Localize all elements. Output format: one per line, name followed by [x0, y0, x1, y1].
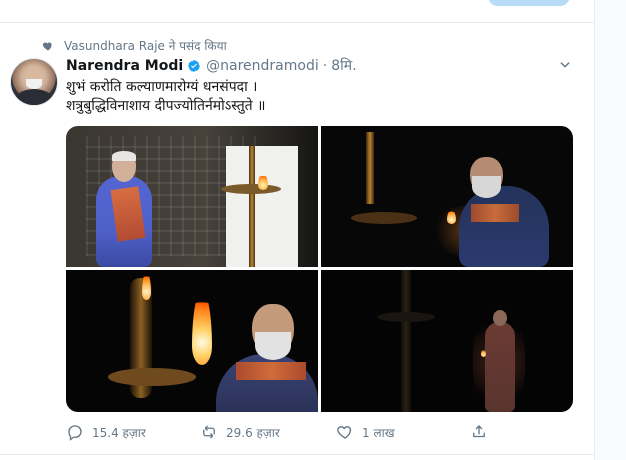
flame: [258, 174, 268, 190]
heart-outline-icon: [337, 426, 352, 439]
tweet-text-line: शत्रुबुद्धिविनाशाय दीपज्योतिर्नमोऽस्तुते…: [66, 98, 266, 114]
lamp-stem: [249, 146, 255, 267]
chevron-down-icon[interactable]: [558, 58, 572, 72]
photo-1[interactable]: [66, 126, 318, 267]
person-figure: [459, 186, 549, 267]
person-scarf: [236, 362, 306, 380]
avatar-beard: [26, 79, 42, 89]
timeline-page: Vasundhara Raje ने पसंद किया Narendra Mo…: [0, 0, 626, 460]
heart-icon: [42, 42, 52, 50]
lamp-stem: [366, 132, 374, 204]
verified-icon: [188, 59, 201, 72]
reply-count: 15.4 हज़ार: [92, 425, 146, 440]
flame: [447, 210, 456, 224]
lamp-plate: [351, 212, 417, 224]
bottom-divider: [0, 454, 594, 455]
flame: [481, 349, 486, 357]
reply-icon: [68, 425, 82, 441]
avatar[interactable]: [10, 58, 58, 106]
meta-separator: ·: [322, 57, 328, 74]
wall-panel: [226, 146, 298, 267]
social-context-label: Vasundhara Raje ने पसंद किया: [64, 39, 227, 53]
photo-4[interactable]: [321, 270, 573, 412]
reply-button[interactable]: 15.4 हज़ार: [66, 422, 146, 442]
top-action-pill[interactable]: [488, 0, 570, 6]
person-figure: [485, 322, 515, 412]
author-name[interactable]: Narendra Modi: [66, 58, 183, 74]
tweet-header: Narendra Modi @narendramodi · 8मि.: [66, 56, 357, 75]
person-beard: [472, 176, 501, 198]
person-head: [493, 310, 507, 326]
like-button[interactable]: 1 लाख: [336, 422, 395, 442]
right-sidebar: [595, 0, 626, 460]
media-grid: [66, 126, 573, 412]
lamp-plate: [221, 184, 281, 194]
share-icon: [473, 425, 485, 438]
small-flame: [142, 272, 151, 300]
lamp-plate: [377, 312, 435, 322]
author-handle[interactable]: @narendramodi: [206, 58, 319, 74]
tweet-text-line: शुभं करोति कल्याणमारोग्यं धनसंपदा ।: [66, 79, 258, 95]
person-scarf: [471, 204, 519, 222]
retweet-count: 29.6 हज़ार: [226, 425, 280, 440]
person-beard: [255, 332, 291, 360]
lamp-stem: [401, 270, 411, 412]
large-flame: [192, 290, 212, 365]
tweet-text: शुभं करोति कल्याणमारोग्यं धनसंपदा । शत्र…: [66, 78, 566, 116]
retweet-icon: [203, 425, 215, 439]
share-button[interactable]: [470, 422, 488, 442]
photo-3[interactable]: [66, 270, 318, 412]
person-hair: [112, 151, 136, 161]
tweet-actions: 15.4 हज़ार 29.6 हज़ार 1 लाख: [66, 422, 506, 442]
top-strip: [0, 0, 594, 23]
lamp-plate: [108, 368, 196, 386]
avatar-body: [15, 89, 53, 105]
photo-2[interactable]: [321, 126, 573, 267]
social-context: Vasundhara Raje ने पसंद किया: [42, 37, 227, 54]
like-count: 1 लाख: [362, 425, 395, 440]
retweet-button[interactable]: 29.6 हज़ार: [200, 422, 280, 442]
timestamp[interactable]: 8मि.: [331, 56, 356, 75]
